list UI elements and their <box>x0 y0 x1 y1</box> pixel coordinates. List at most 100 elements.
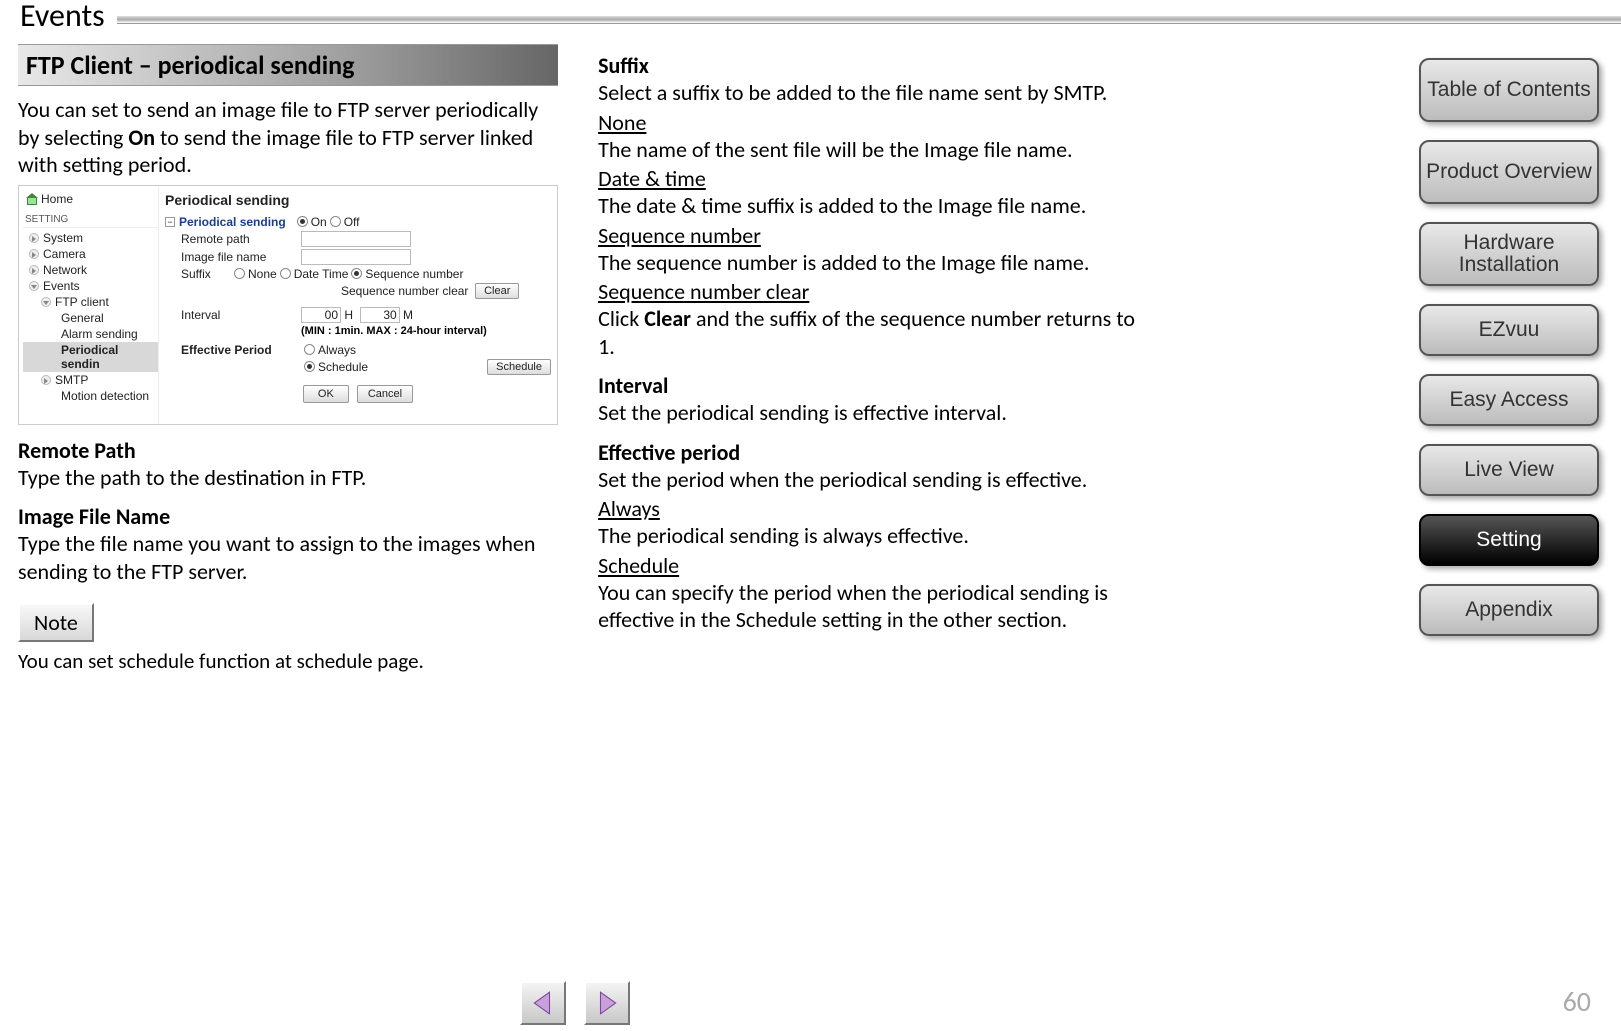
nav-appendix-label: Appendix <box>1465 599 1553 621</box>
ss-row-interval-hint: (MIN : 1min. MAX : 24-hour interval) <box>165 324 551 338</box>
ss-home-label: Home <box>41 192 73 206</box>
ss-row-interval: Interval 00 H 30 M <box>165 306 551 324</box>
suffix-heading: Suffix <box>598 52 1148 79</box>
remote-path-heading: Remote Path <box>18 437 558 464</box>
header-divider <box>117 16 1621 24</box>
nav-setting-button[interactable]: Setting <box>1419 514 1599 566</box>
date-sub: Date & time <box>598 165 1148 192</box>
prev-page-button[interactable] <box>520 981 566 1025</box>
remote-path-text: Type the path to the destination in FTP. <box>18 464 558 492</box>
ss-schedule-label: Schedule <box>318 360 368 374</box>
ss-ok-button: OK <box>303 385 349 403</box>
intro-bold: On <box>128 124 155 151</box>
nav-live-label: Live View <box>1464 459 1554 481</box>
seqc-bold: Clear <box>644 305 691 332</box>
ss-home: Home <box>23 190 158 208</box>
nav-product-label: Product Overview <box>1426 161 1592 183</box>
section-title: FTP Client – periodical sending <box>18 44 558 86</box>
effective-text: Set the period when the periodical sendi… <box>598 466 1148 494</box>
radio-none <box>234 268 245 279</box>
radio-on <box>297 216 308 227</box>
radio-off <box>330 216 341 227</box>
schedule-text: You can specify the period when the peri… <box>598 579 1148 634</box>
nav-toc-button[interactable]: Table of Contents <box>1419 58 1599 122</box>
image-file-text: Type the file name you want to assign to… <box>18 530 558 585</box>
ss-suffix-date: Date Time <box>294 267 349 281</box>
ss-suffix-none: None <box>248 267 277 281</box>
left-column: FTP Client – periodical sending You can … <box>18 44 558 674</box>
nav-sidebar: Table of Contents Product Overview Hardw… <box>1419 58 1599 636</box>
radio-schedule <box>304 361 315 372</box>
ss-on-label: On <box>311 215 327 229</box>
chevron-down-icon <box>29 281 39 291</box>
ss-row-buttons: OK Cancel <box>165 384 551 404</box>
arrow-left-icon <box>530 990 556 1016</box>
ss-row-eff: Effective Period Always <box>165 342 551 358</box>
page-title: Events <box>0 0 117 32</box>
ss-row-schedule: Schedule Schedule <box>165 358 551 376</box>
nav-setting-label: Setting <box>1476 529 1541 551</box>
collapse-icon: − <box>165 217 175 227</box>
ss-setting-label: SETTING <box>23 208 158 228</box>
image-file-heading: Image File Name <box>18 503 558 530</box>
ss-clear-button: Clear <box>475 283 519 299</box>
nav-easy-button[interactable]: Easy Access <box>1419 374 1599 426</box>
chevron-right-icon <box>29 265 39 275</box>
ss-row-suffix: Suffix None Date Time Sequence number <box>165 266 551 282</box>
intro-text: You can set to send an image file to FTP… <box>18 86 558 185</box>
seqclear-text: Click Clear and the suffix of the sequen… <box>598 305 1148 360</box>
content-area: FTP Client – periodical sending You can … <box>18 44 1148 674</box>
nav-ezvuu-label: EZvuu <box>1479 319 1540 341</box>
nav-live-button[interactable]: Live View <box>1419 444 1599 496</box>
interval-text: Set the periodical sending is effective … <box>598 399 1148 427</box>
effective-heading: Effective period <box>598 439 1148 466</box>
ss-image-input <box>301 249 411 265</box>
ss-remote-label: Remote path <box>181 232 301 246</box>
ss-item-camera: Camera <box>23 246 158 262</box>
screenshot-main: Periodical sending − Periodical sending … <box>159 186 557 424</box>
none-sub: None <box>598 109 1148 136</box>
ss-ftp-label: FTP client <box>55 295 109 309</box>
next-page-button[interactable] <box>584 981 630 1025</box>
always-sub: Always <box>598 495 1148 522</box>
nav-ezvuu-button[interactable]: EZvuu <box>1419 304 1599 356</box>
date-text: The date & time suffix is added to the I… <box>598 192 1148 220</box>
ss-eff-label: Effective Period <box>181 343 301 357</box>
note-text: You can set schedule function at schedul… <box>18 648 558 674</box>
ss-schedule-button: Schedule <box>487 359 551 375</box>
ss-h-label: H <box>344 308 353 322</box>
ss-smtp-label: SMTP <box>55 373 88 387</box>
ss-off-label: Off <box>344 215 360 229</box>
ss-m-label: M <box>403 308 413 322</box>
nav-hardware-button[interactable]: Hardware Installation <box>1419 222 1599 286</box>
nav-easy-label: Easy Access <box>1449 389 1568 411</box>
radio-date <box>280 268 291 279</box>
ss-ftp-periodic: Periodical sendin <box>23 342 158 372</box>
ss-remote-input <box>301 231 411 247</box>
ss-row-seqclear: Sequence number clear Clear <box>165 282 551 300</box>
ss-smtp-motion: Motion detection <box>23 388 158 404</box>
chevron-right-icon <box>41 375 51 385</box>
ss-ftp-alarm: Alarm sending <box>23 326 158 342</box>
ss-interval-hint: (MIN : 1min. MAX : 24-hour interval) <box>301 325 487 337</box>
nav-product-button[interactable]: Product Overview <box>1419 140 1599 204</box>
right-column: Suffix Select a suffix to be added to th… <box>598 44 1148 674</box>
suffix-text: Select a suffix to be added to the file … <box>598 79 1148 107</box>
page-header: Events <box>0 0 1621 32</box>
ss-item-system: System <box>23 230 158 246</box>
interval-heading: Interval <box>598 372 1148 399</box>
ss-item-ftp: FTP client <box>23 294 158 310</box>
note-badge: Note <box>18 603 94 642</box>
chevron-right-icon <box>29 233 39 243</box>
home-icon <box>27 194 37 204</box>
ss-interval-m-input: 30 <box>360 307 400 323</box>
ss-item-smtp: SMTP <box>23 372 158 388</box>
always-text: The periodical sending is always effecti… <box>598 522 1148 550</box>
arrow-right-icon <box>594 990 620 1016</box>
ss-interval-h-input: 00 <box>301 307 341 323</box>
ss-suffix-label: Suffix <box>181 267 231 281</box>
ss-events-label: Events <box>43 279 80 293</box>
nav-appendix-button[interactable]: Appendix <box>1419 584 1599 636</box>
ss-image-label: Image file name <box>181 250 301 264</box>
ss-always-label: Always <box>318 343 356 357</box>
